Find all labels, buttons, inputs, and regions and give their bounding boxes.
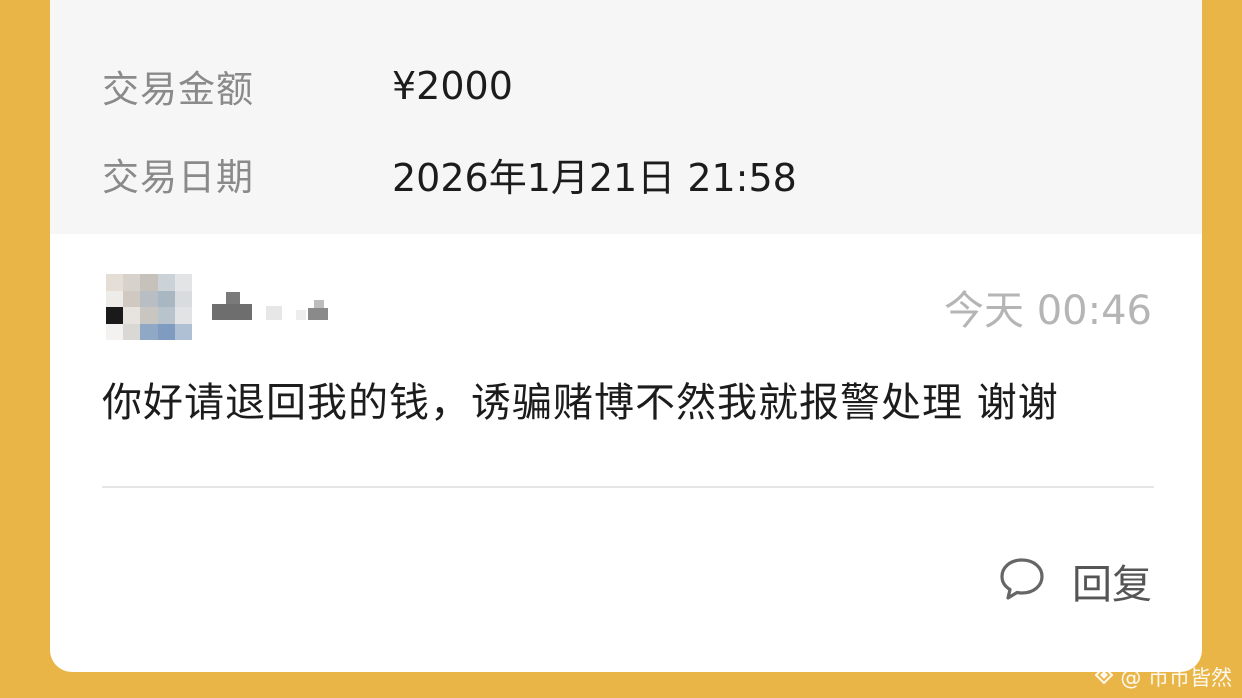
- transaction-card: 交易金额 ¥2000 交易日期 2026年1月21日 21:58 今天 00:4…: [50, 0, 1202, 672]
- watermark-text: @ 币币皆然: [1120, 666, 1232, 690]
- date-label: 交易日期: [102, 156, 254, 199]
- message-timestamp: 今天 00:46: [944, 288, 1152, 334]
- watermark: @ 币币皆然: [1094, 662, 1232, 692]
- reply-label: 回复: [1072, 562, 1152, 608]
- date-row: 交易日期 2026年1月21日 21:58: [102, 144, 797, 204]
- divider: [102, 486, 1154, 488]
- amount-row: 交易金额 ¥2000: [102, 56, 513, 116]
- message-text: 你好请退回我的钱，诱骗赌博不然我就报警处理 谢谢: [102, 380, 1059, 426]
- reply-button[interactable]: 回复: [998, 552, 1152, 610]
- date-value: 2026年1月21日 21:58: [392, 155, 797, 200]
- comment-bubble-icon: [998, 556, 1046, 606]
- amount-label: 交易金额: [102, 68, 254, 111]
- username-redacted: [206, 292, 336, 324]
- transaction-details: 交易金额 ¥2000 交易日期 2026年1月21日 21:58: [50, 0, 1202, 234]
- watermark-logo-icon: [1094, 665, 1114, 690]
- message-section: 今天 00:46 你好请退回我的钱，诱骗赌博不然我就报警处理 谢谢 回复: [50, 234, 1202, 672]
- avatar-icon[interactable]: [106, 274, 192, 340]
- amount-value: ¥2000: [392, 64, 513, 108]
